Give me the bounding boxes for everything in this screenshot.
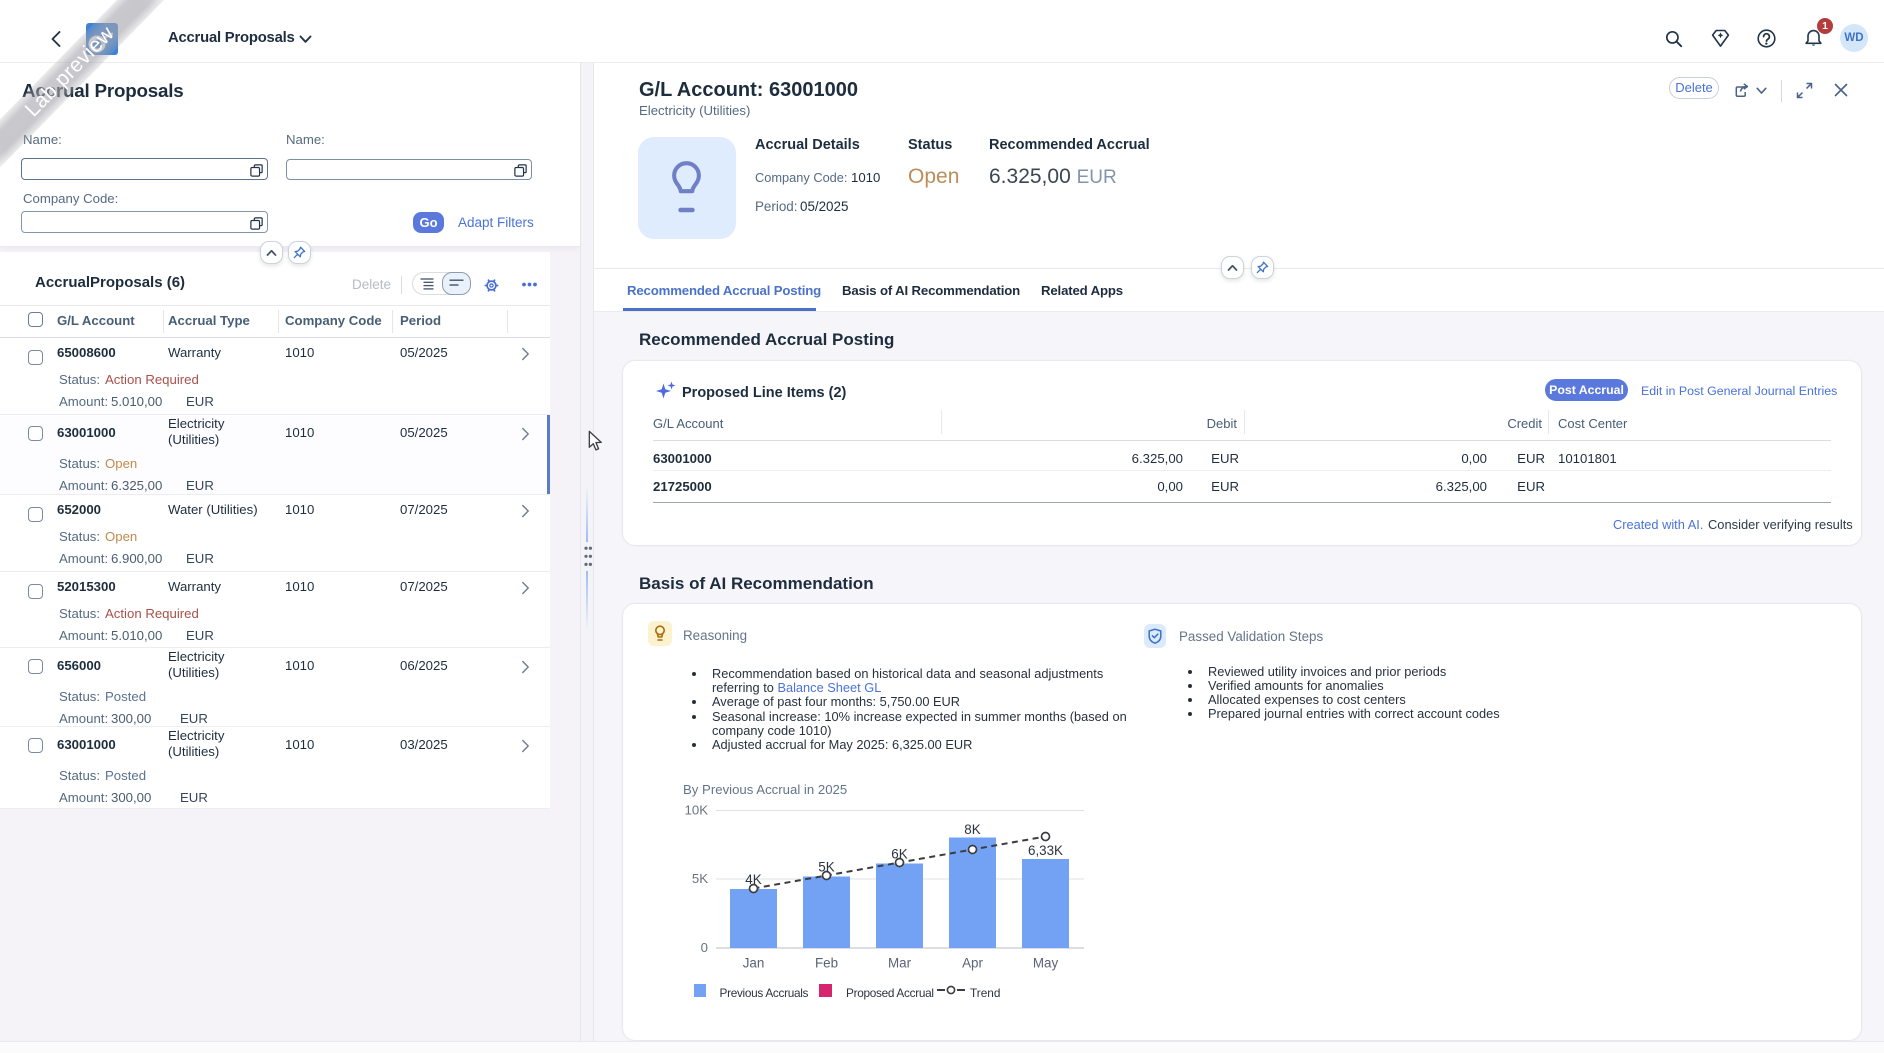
- svg-text:6,33K: 6,33K: [1028, 843, 1063, 858]
- svg-text:Jan: Jan: [743, 956, 765, 971]
- svg-text:10K: 10K: [685, 803, 709, 818]
- svg-text:Mar: Mar: [888, 956, 912, 971]
- svg-text:0: 0: [701, 940, 708, 955]
- svg-text:Feb: Feb: [815, 956, 838, 971]
- svg-text:May: May: [1033, 956, 1059, 971]
- svg-text:6K: 6K: [891, 847, 907, 862]
- svg-text:5K: 5K: [692, 871, 708, 886]
- svg-text:Apr: Apr: [962, 956, 983, 971]
- svg-text:8K: 8K: [964, 822, 980, 837]
- svg-text:5K: 5K: [818, 860, 834, 875]
- svg-text:4K: 4K: [745, 872, 761, 887]
